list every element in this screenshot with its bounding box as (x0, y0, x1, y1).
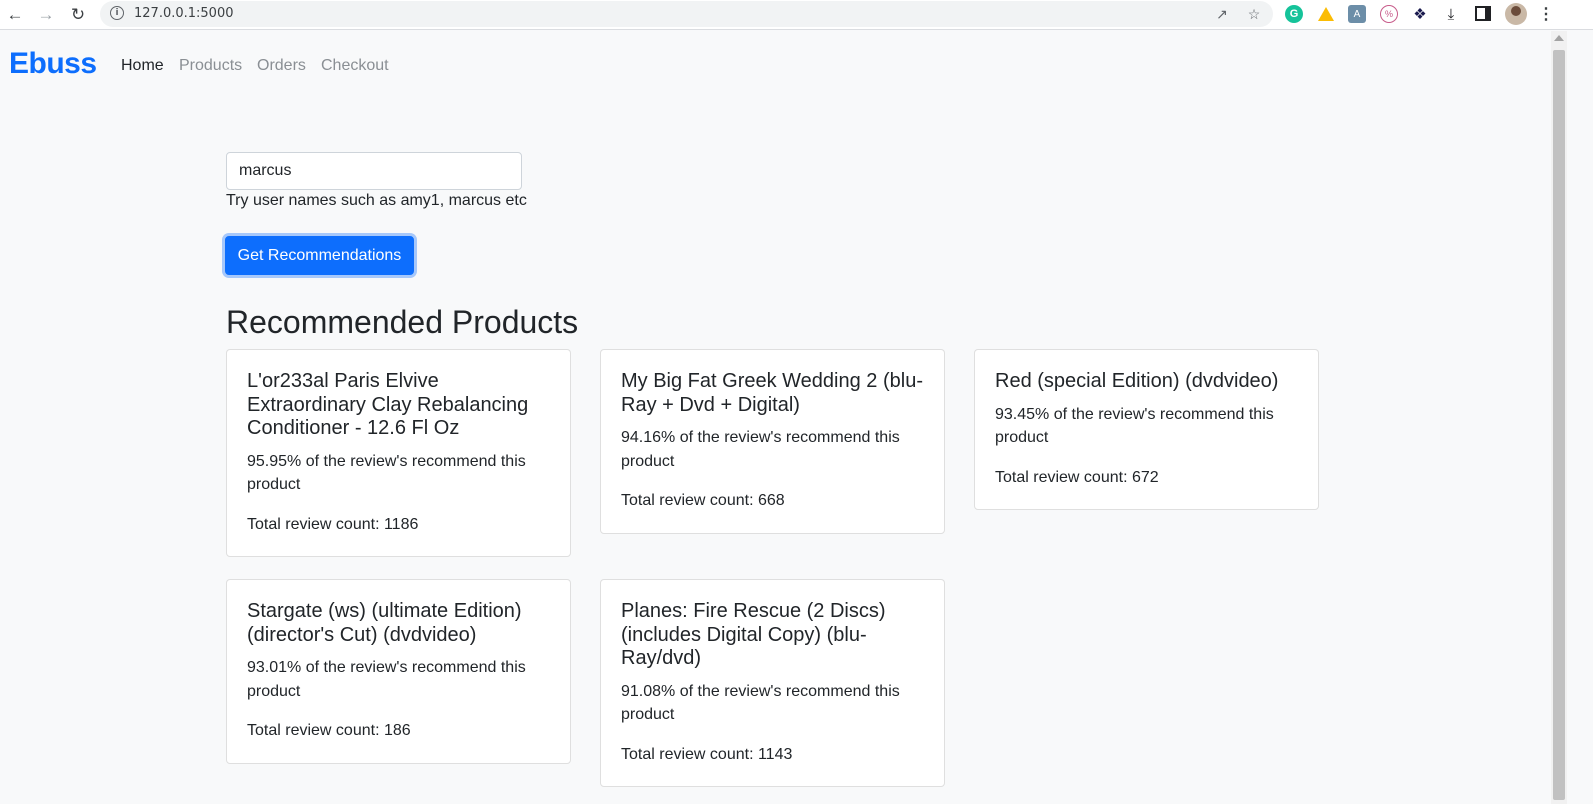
product-review-count: Total review count: 186 (247, 722, 411, 739)
side-panel-icon[interactable] (1475, 6, 1491, 21)
recommended-products-heading: Recommended Products (226, 304, 579, 340)
nav-link-checkout[interactable]: Checkout (321, 57, 389, 75)
product-recommend-rate: 95.95% of the review's recommend this pr… (247, 452, 526, 494)
page-scrollbar[interactable] (1551, 31, 1567, 804)
product-card: My Big Fat Greek Wedding 2 (blu-Ray + Dv… (600, 349, 945, 534)
nav-link-home[interactable]: Home (121, 57, 164, 75)
product-recommend-rate: 91.08% of the review's recommend this pr… (621, 682, 900, 724)
product-recommend-rate: 93.01% of the review's recommend this pr… (247, 659, 526, 700)
profile-avatar[interactable] (1505, 3, 1527, 25)
browser-toolbar: ← → ↻ i 127.0.0.1:5000 ↗ ☆ G A % ❖ ⤓ ⋮ (0, 0, 1593, 30)
nav-link-orders[interactable]: Orders (257, 57, 306, 75)
product-recommend-rate: 93.45% of the review's recommend this pr… (995, 405, 1274, 447)
product-card: L'or233al Paris Elvive Extraordinary Cla… (226, 349, 571, 557)
translate-extension-icon[interactable]: A (1348, 5, 1366, 23)
product-card: Planes: Fire Rescue (2 Discs) (includes … (600, 579, 945, 787)
product-card: Stargate (ws) (ultimate Edition) (direct… (226, 579, 571, 764)
back-arrow-icon[interactable]: ← (3, 3, 27, 27)
nav-link-products[interactable]: Products (179, 57, 242, 75)
forward-arrow-icon[interactable]: → (34, 3, 58, 27)
brand-logo[interactable]: Ebuss (9, 47, 97, 81)
google-drive-extension-icon[interactable] (1317, 5, 1335, 23)
right-gutter (1567, 31, 1593, 804)
product-review-count: Total review count: 668 (621, 492, 785, 509)
product-review-count: Total review count: 1186 (247, 515, 419, 533)
product-review-count: Total review count: 672 (995, 468, 1159, 486)
share-icon[interactable]: ↗ (1212, 4, 1232, 24)
bookmark-star-icon[interactable]: ☆ (1244, 4, 1264, 24)
get-recommendations-button[interactable]: Get Recommendations (225, 236, 414, 275)
address-bar[interactable]: i 127.0.0.1:5000 ↗ ☆ (100, 1, 1273, 27)
product-recommend-rate: 94.16% of the review's recommend this pr… (621, 429, 900, 470)
product-review-count: Total review count: 1143 (621, 745, 793, 763)
address-url[interactable]: 127.0.0.1:5000 (134, 6, 234, 21)
download-icon[interactable]: ⤓ (1442, 5, 1460, 23)
username-hint: Try user names such as amy1, marcus etc (226, 192, 527, 209)
product-name: Stargate (ws) (ultimate Edition) (direct… (247, 600, 522, 646)
browser-menu-icon[interactable]: ⋮ (1537, 5, 1555, 23)
grammarly-extension-icon[interactable]: G (1285, 5, 1303, 23)
username-input[interactable] (226, 152, 522, 190)
site-info-icon[interactable]: i (110, 6, 124, 20)
extension-icon[interactable]: % (1380, 5, 1398, 23)
product-name: Red (special Edition) (dvdvideo) (995, 370, 1279, 392)
scrollbar-thumb[interactable] (1553, 50, 1565, 800)
product-name: My Big Fat Greek Wedding 2 (blu-Ray + Dv… (621, 370, 923, 416)
reload-icon[interactable]: ↻ (66, 3, 90, 27)
product-name: Planes: Fire Rescue (2 Discs) (includes … (621, 600, 886, 669)
extensions-puzzle-icon[interactable]: ❖ (1411, 5, 1429, 23)
product-name: L'or233al Paris Elvive Extraordinary Cla… (247, 370, 529, 439)
scroll-up-arrow-icon[interactable] (1554, 35, 1564, 41)
product-card: Red (special Edition) (dvdvideo) 93.45% … (974, 349, 1319, 510)
